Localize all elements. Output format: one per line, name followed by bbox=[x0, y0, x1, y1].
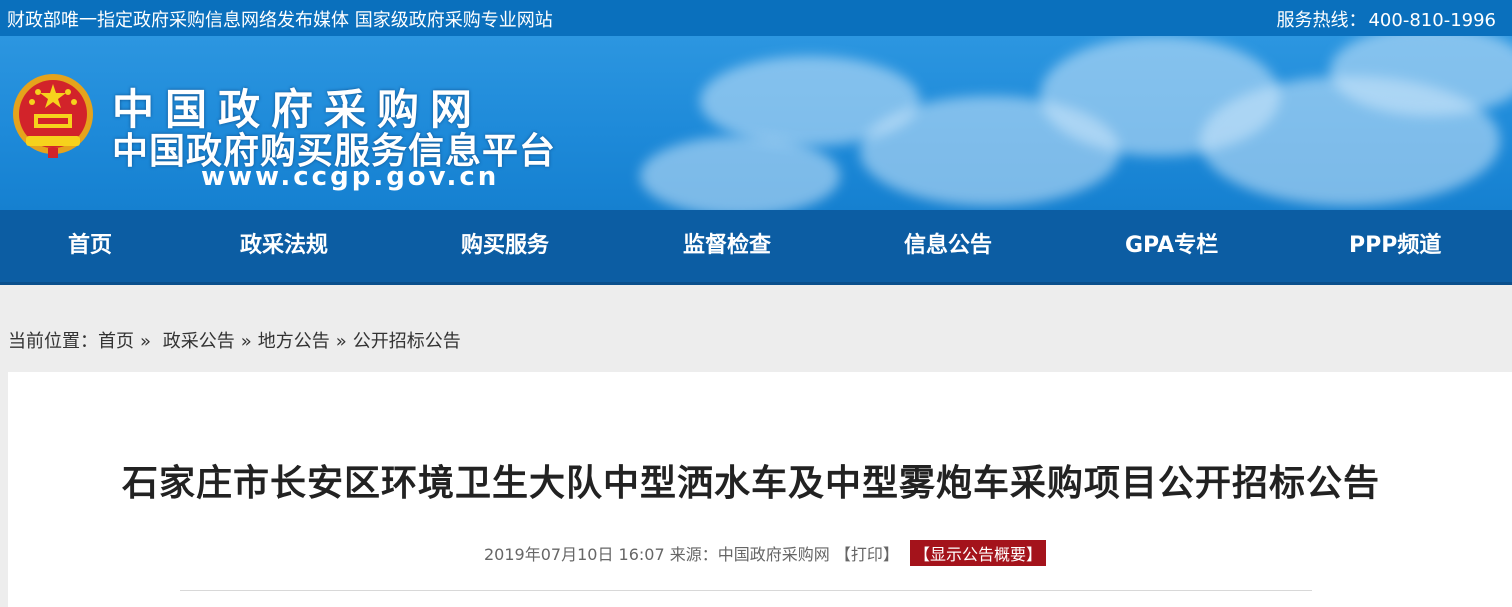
breadcrumb-separator: » bbox=[240, 331, 252, 352]
breadcrumb-public-tender[interactable]: 公开招标公告 bbox=[353, 331, 461, 352]
hotline-label: 服务热线： bbox=[1276, 10, 1367, 31]
hotline-number: 400-810-1996 bbox=[1368, 10, 1496, 31]
nav-item-gpa[interactable]: GPA专栏 bbox=[1125, 210, 1218, 282]
breadcrumb-separator: » bbox=[335, 331, 347, 352]
nav-item-purchase-services[interactable]: 购买服务 bbox=[461, 210, 549, 282]
nav-item-supervision[interactable]: 监督检查 bbox=[683, 210, 771, 282]
divider bbox=[180, 590, 1312, 591]
nav-item-ppp[interactable]: PPP频道 bbox=[1349, 210, 1441, 282]
breadcrumb-home[interactable]: 首页 bbox=[98, 331, 134, 352]
national-emblem-icon bbox=[13, 74, 93, 158]
nav-item-regulations[interactable]: 政采法规 bbox=[240, 210, 328, 282]
show-summary-button[interactable]: 【显示公告概要】 bbox=[909, 540, 1046, 566]
article-panel: 石家庄市长安区环境卫生大队中型洒水车及中型雾炮车采购项目公开招标公告 2019年… bbox=[8, 372, 1512, 607]
header-banner: 中国政府采购网 中国政府购买服务信息平台 www.ccgp.gov.cn bbox=[0, 36, 1512, 210]
main-nav: 首页 政采法规 购买服务 监督检查 信息公告 GPA专栏 PPP频道 bbox=[0, 210, 1512, 285]
print-link[interactable]: 【打印】 bbox=[835, 545, 899, 564]
source-name: 中国政府采购网 bbox=[717, 545, 830, 564]
breadcrumb-gov-announcements[interactable]: 政采公告 bbox=[163, 331, 235, 352]
breadcrumb-prefix: 当前位置： bbox=[8, 331, 98, 352]
breadcrumb-separator: » bbox=[140, 331, 152, 352]
nav-item-home[interactable]: 首页 bbox=[68, 210, 112, 282]
site-slogan: 财政部唯一指定政府采购信息网络发布媒体 国家级政府采购专业网站 bbox=[7, 10, 553, 31]
service-hotline: 服务热线： 400-810-1996 bbox=[1274, 6, 1496, 32]
article-meta: 2019年07月10日 16:07 来源：中国政府采购网 【打印】 【显示公告概… bbox=[8, 540, 1512, 566]
nav-item-announcements[interactable]: 信息公告 bbox=[904, 210, 992, 282]
top-bar: 财政部唯一指定政府采购信息网络发布媒体 国家级政府采购专业网站 服务热线： 400… bbox=[0, 0, 1512, 36]
breadcrumb: 当前位置：首页» 政采公告» 地方公告» 公开招标公告 bbox=[8, 327, 461, 353]
breadcrumb-local-announcements[interactable]: 地方公告 bbox=[258, 331, 330, 352]
site-url: www.ccgp.gov.cn bbox=[201, 162, 500, 192]
source-label: 来源： bbox=[669, 545, 718, 564]
publish-datetime: 2019年07月10日 16:07 bbox=[484, 545, 665, 564]
article-title: 石家庄市长安区环境卫生大队中型洒水车及中型雾炮车采购项目公开招标公告 bbox=[121, 463, 1380, 504]
